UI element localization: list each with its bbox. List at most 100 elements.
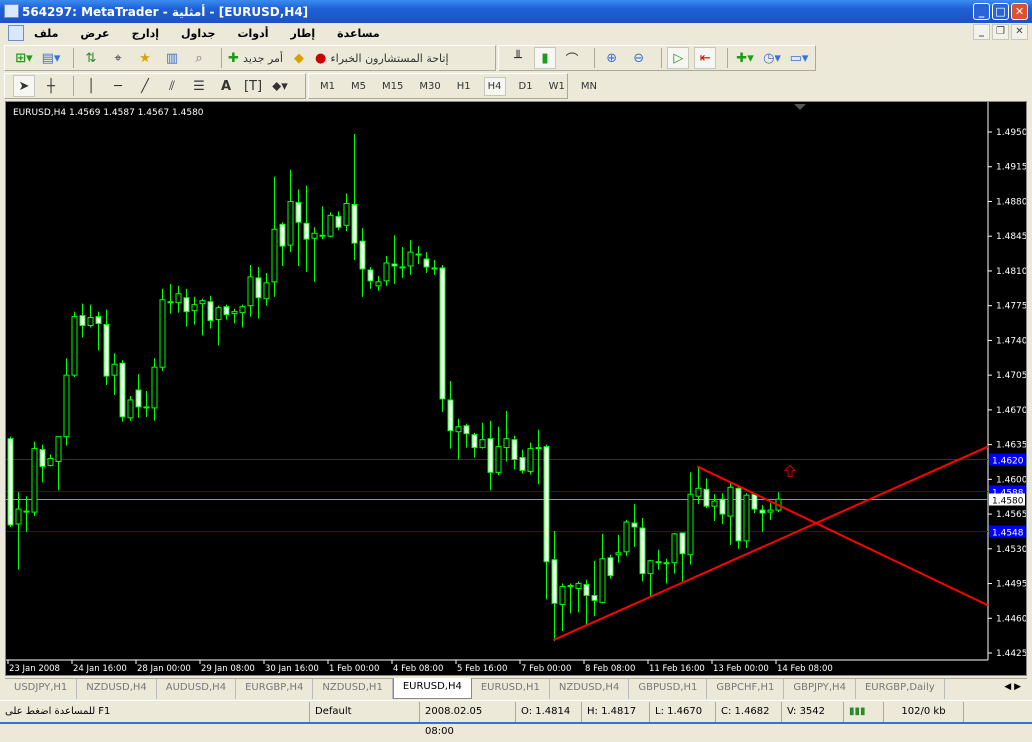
indicators-button[interactable]: ✚▾: [734, 47, 756, 69]
bear-candle: [439, 267, 446, 400]
text-label-button[interactable]: [T]: [242, 75, 264, 97]
timeframe-d1[interactable]: D1: [516, 78, 536, 95]
menu-insert[interactable]: إدارج: [132, 27, 159, 40]
tab-scroll-arrows-icon[interactable]: ◀ ▶: [1004, 682, 1021, 692]
menu-window[interactable]: إطار: [291, 27, 316, 40]
navigator-button[interactable]: ★: [134, 47, 156, 69]
arrows-button[interactable]: ⬥▾: [269, 75, 291, 97]
minimize-button[interactable]: _: [973, 3, 990, 20]
y-tick-label: 1.4425: [996, 649, 1026, 659]
auto-scroll-button[interactable]: ▷: [667, 47, 690, 69]
timeframe-m15[interactable]: M15: [379, 78, 406, 95]
bull-candle: [111, 363, 118, 376]
mdi-restore-button[interactable]: ❐: [992, 24, 1009, 40]
bull-candle: [479, 439, 486, 449]
y-tick-label: 1.4740: [996, 336, 1026, 346]
connection-bars-icon[interactable]: ▮▮▮: [844, 701, 884, 722]
bear-candle: [583, 584, 590, 596]
strategy-tester-button[interactable]: ⌕: [188, 47, 210, 69]
cursor-button[interactable]: ➤: [13, 75, 35, 97]
bar-chart-button[interactable]: ╨: [507, 47, 529, 69]
equidistant-channel-button[interactable]: ⫽: [161, 75, 183, 97]
chart-shift-marker-icon[interactable]: [794, 104, 806, 110]
menu-charts[interactable]: جداول: [181, 27, 215, 40]
horizontal-line-icon: ─: [114, 78, 122, 94]
x-tick-label: 5 Feb 16:00: [457, 664, 507, 674]
chart-tab[interactable]: EURGBP,Daily: [856, 679, 945, 699]
chart-tab[interactable]: USDJPY,H1: [5, 679, 78, 699]
y-tick-label: 1.4670: [996, 406, 1026, 416]
status-datetime: 2008.02.05 08:00: [420, 701, 516, 737]
zoom-in-button[interactable]: ⊕: [601, 47, 623, 69]
bull-candle: [535, 447, 542, 450]
chart-tab[interactable]: GBPCHF,H1: [707, 679, 785, 699]
maximize-button[interactable]: □: [992, 3, 1009, 20]
terminal-button[interactable]: ▥: [161, 47, 183, 69]
expert-advisors-button[interactable]: ● إتاحة المستشارون الخبراء: [315, 47, 449, 69]
chart-window[interactable]: EURUSD,H4 1.4569 1.4587 1.4567 1.4580 1.…: [5, 101, 1028, 676]
menu-tools[interactable]: أدوات: [237, 27, 268, 40]
candlestick-chart[interactable]: EURUSD,H4 1.4569 1.4587 1.4567 1.4580 1.…: [6, 102, 1028, 675]
template-icon: ▭▾: [789, 50, 809, 66]
new-order-button[interactable]: ✚ أمر جديد: [228, 47, 283, 69]
chart-tab[interactable]: EURUSD,H4: [392, 678, 472, 699]
menu-view[interactable]: عرض: [80, 27, 109, 40]
fibonacci-button[interactable]: ☰: [188, 75, 210, 97]
horizontal-line-button[interactable]: ─: [107, 75, 129, 97]
chart-shift-button[interactable]: ⇤: [694, 47, 717, 69]
menu-file[interactable]: ملف: [34, 27, 58, 40]
chart-tab[interactable]: AUDUSD,H4: [157, 679, 237, 699]
trendline-button[interactable]: ╱: [134, 75, 156, 97]
market-watch-button[interactable]: ⇅: [80, 47, 102, 69]
close-button[interactable]: ✕: [1011, 3, 1028, 20]
chart-tab[interactable]: EURUSD,H1: [472, 679, 550, 699]
timeframe-h1[interactable]: H1: [454, 78, 474, 95]
mdi-close-button[interactable]: ✕: [1011, 24, 1028, 40]
chart-window-icon[interactable]: [8, 25, 24, 41]
data-window-button[interactable]: ⌖: [107, 47, 129, 69]
menu-help[interactable]: مساعدة: [337, 27, 380, 40]
bear-candle: [759, 509, 766, 514]
timeframe-m5[interactable]: M5: [348, 78, 369, 95]
timeframe-mn[interactable]: MN: [578, 78, 600, 95]
y-tick-label: 1.4915: [996, 163, 1026, 173]
text-button[interactable]: A: [215, 75, 237, 97]
bear-candle: [359, 240, 366, 270]
zoom-out-button[interactable]: ⊖: [628, 47, 650, 69]
chart-tab[interactable]: NZDUSD,H1: [313, 679, 393, 699]
timeframe-w1[interactable]: W1: [546, 78, 568, 95]
up-arrow-icon[interactable]: [783, 464, 797, 477]
y-tick-label: 1.4705: [996, 371, 1026, 381]
bear-candle: [391, 263, 398, 267]
chart-tab[interactable]: NZDUSD,H4: [77, 679, 157, 699]
x-tick-label: 23 Jan 2008: [9, 664, 60, 674]
crosshair-button[interactable]: ┼: [40, 75, 62, 97]
bull-candle: [191, 304, 198, 312]
bear-candle: [103, 324, 110, 377]
chart-tab[interactable]: NZDUSD,H4: [550, 679, 630, 699]
chart-tab[interactable]: EURGBP,H4: [236, 679, 314, 699]
app-icon: [4, 4, 19, 18]
profiles-button[interactable]: ▤▾: [40, 47, 62, 69]
bull-candle: [415, 253, 422, 256]
templates-button[interactable]: ▭▾: [788, 47, 810, 69]
mdi-minimize-button[interactable]: _: [973, 24, 990, 40]
timeframe-m30[interactable]: M30: [416, 78, 443, 95]
bull-candle: [63, 374, 70, 438]
warning-button[interactable]: ◆: [288, 47, 310, 69]
bear-candle: [679, 532, 686, 555]
x-tick-label: 1 Feb 00:00: [329, 664, 379, 674]
new-chart-button[interactable]: ⊞▾: [13, 47, 35, 69]
vertical-line-button[interactable]: │: [80, 75, 102, 97]
timeframe-m1[interactable]: M1: [317, 78, 338, 95]
periods-button[interactable]: ◷▾: [761, 47, 783, 69]
chart-tab[interactable]: GBPUSD,H1: [629, 679, 708, 699]
line-chart-button[interactable]: ⌒: [561, 47, 583, 69]
chart-tab[interactable]: GBPJPY,H4: [784, 679, 856, 699]
bull-candle: [663, 562, 670, 565]
bull-candle: [175, 293, 182, 304]
zoom-out-icon: ⊖: [633, 50, 645, 66]
candlestick-chart-button[interactable]: ▮: [534, 47, 556, 69]
bear-candle: [367, 269, 374, 282]
timeframe-h4[interactable]: H4: [483, 76, 506, 96]
